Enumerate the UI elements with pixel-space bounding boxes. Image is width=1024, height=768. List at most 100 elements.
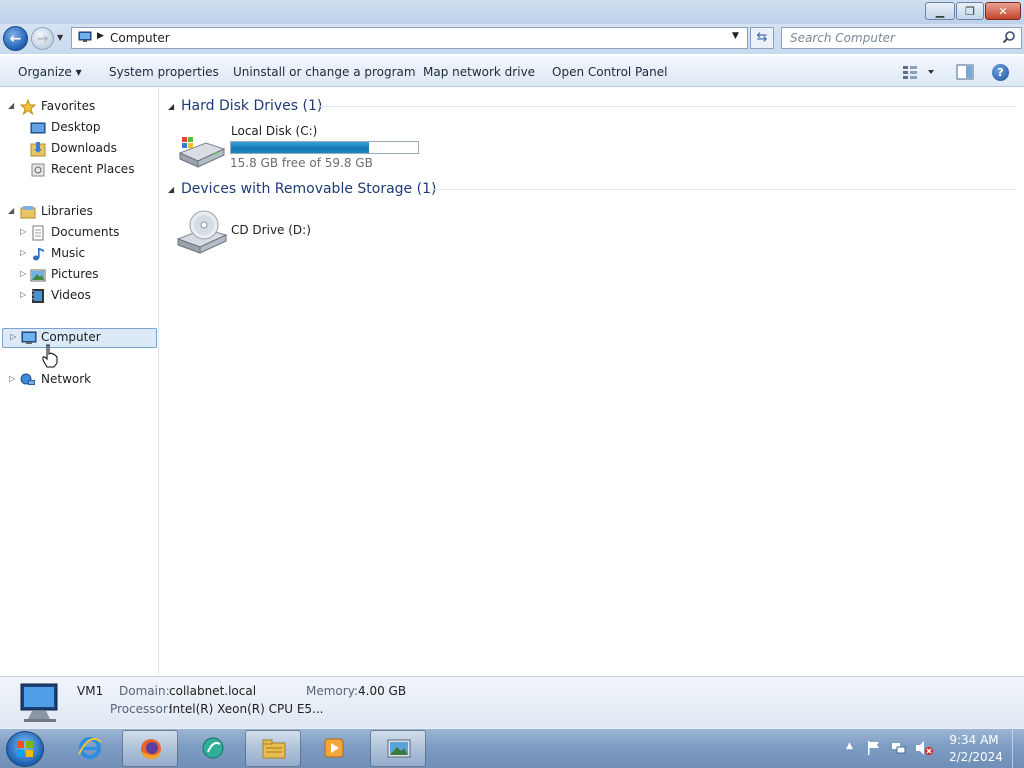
back-button[interactable]: ← [3, 26, 28, 51]
minimize-button[interactable]: ▁ [925, 2, 955, 20]
open-control-panel-button[interactable]: Open Control Panel [552, 65, 667, 79]
windows-logo-icon [17, 741, 33, 757]
search-icon[interactable] [1002, 30, 1016, 44]
taskbar-firefox[interactable] [122, 730, 178, 767]
file-list [159, 88, 1024, 675]
collapse-arrow-icon[interactable]: ◢ [8, 101, 14, 110]
nav-item-computer[interactable]: ▷ Computer [2, 328, 157, 348]
nav-item-music[interactable]: ▷ Music [0, 244, 156, 264]
expand-arrow-icon[interactable]: ▷ [20, 290, 26, 299]
help-icon[interactable]: ? [992, 64, 1009, 81]
recent-places-icon [31, 163, 45, 177]
nav-label: Videos [51, 288, 91, 302]
desktop-icon [30, 122, 46, 134]
expand-arrow-icon[interactable]: ▷ [20, 227, 26, 236]
back-arrow-icon: ← [9, 30, 22, 47]
refresh-icon: ⇆ [756, 30, 768, 45]
local-disk-drive-icon [178, 137, 226, 168]
expand-arrow-icon[interactable]: ▷ [20, 269, 26, 278]
drive-usage-fill [231, 142, 369, 153]
title-bar [0, 0, 1024, 24]
expand-arrow-icon[interactable]: ▷ [20, 248, 26, 257]
group-divider [320, 106, 1016, 107]
nav-label: Documents [51, 225, 120, 239]
map-network-drive-button[interactable]: Map network drive [423, 65, 535, 79]
start-button[interactable] [6, 731, 44, 767]
show-hidden-icons-icon[interactable]: ▲ [846, 741, 853, 751]
network-icon [20, 373, 35, 385]
restore-icon: ❐ [965, 4, 975, 18]
computer-name: VM1 [77, 684, 104, 698]
collapse-arrow-icon[interactable]: ◢ [8, 206, 14, 215]
show-desktop-button[interactable] [1012, 730, 1024, 768]
taskbar-windows-explorer[interactable] [245, 730, 301, 767]
group-collapse-icon[interactable]: ◢ [168, 185, 174, 194]
address-history-dropdown[interactable]: ▼ [732, 31, 739, 41]
media-player-icon [324, 738, 344, 758]
domain-value: collabnet.local [169, 684, 257, 698]
processor-label: Processor: [110, 702, 172, 716]
taskbar-app-3[interactable] [185, 730, 241, 767]
star-icon [20, 99, 36, 115]
clock-date[interactable]: 2/2/2024 [949, 750, 1003, 764]
domain-label: Domain: [119, 684, 170, 698]
search-placeholder: Search Computer [790, 31, 895, 45]
nav-item-documents[interactable]: ▷ Documents [0, 223, 156, 243]
memory-value: 4.00 GB [358, 684, 407, 698]
uninstall-program-button[interactable]: Uninstall or change a program [233, 65, 416, 79]
expand-arrow-icon[interactable]: ▷ [9, 374, 15, 383]
nav-item-libraries[interactable]: ◢ Libraries [0, 202, 156, 222]
hand-cursor-icon [42, 344, 58, 368]
downloads-folder-icon [30, 142, 46, 157]
restore-button[interactable]: ❐ [956, 2, 984, 20]
processor-value: Intel(R) Xeon(R) CPU E5... [169, 702, 324, 716]
group-header-hard-disk-drives[interactable]: Hard Disk Drives (1) [181, 98, 322, 114]
nav-label: Libraries [41, 204, 93, 218]
app-circle-icon [202, 737, 224, 759]
search-input[interactable]: Search Computer [781, 27, 1022, 49]
volume-muted-icon[interactable] [915, 740, 933, 756]
nav-item-videos[interactable]: ▷ Videos [0, 286, 156, 306]
documents-icon [32, 225, 44, 241]
nav-item-downloads[interactable]: Downloads [0, 139, 156, 159]
group-divider [430, 189, 1016, 190]
refresh-button[interactable]: ⇆ [750, 27, 774, 49]
action-center-flag-icon[interactable] [866, 740, 882, 756]
nav-item-pictures[interactable]: ▷ Pictures [0, 265, 156, 285]
clock-time[interactable]: 9:34 AM [949, 733, 999, 747]
drive-name: CD Drive (D:) [231, 223, 311, 237]
breadcrumb-computer[interactable]: Computer [110, 31, 170, 45]
preview-pane-icon[interactable] [956, 64, 974, 80]
expand-arrow-icon[interactable]: ▷ [10, 332, 16, 341]
recent-pages-dropdown[interactable]: ▼ [57, 33, 67, 43]
nav-label: Music [51, 246, 86, 260]
change-view-icon[interactable] [901, 64, 941, 80]
nav-label: Favorites [41, 99, 96, 113]
nav-item-desktop[interactable]: Desktop [0, 118, 156, 138]
close-button[interactable]: ✕ [985, 2, 1021, 20]
nav-item-recent-places[interactable]: Recent Places [0, 160, 156, 180]
nav-label: Pictures [51, 267, 99, 281]
nav-label: Recent Places [51, 162, 135, 176]
computer-icon [21, 331, 37, 344]
address-bar[interactable]: ▶ Computer ▼ [71, 27, 748, 49]
nav-label: Downloads [51, 141, 117, 155]
nav-item-network[interactable]: ▷ Network [0, 370, 156, 390]
close-icon: ✕ [998, 4, 1008, 18]
group-header-removable-storage[interactable]: Devices with Removable Storage (1) [181, 181, 436, 197]
taskbar-photo-viewer[interactable] [370, 730, 426, 767]
firefox-icon [141, 739, 161, 759]
organize-button[interactable]: Organize ▾ [18, 65, 82, 79]
taskbar-internet-explorer[interactable] [62, 730, 118, 767]
taskbar-media-player[interactable] [306, 730, 362, 767]
breadcrumb-separator-icon[interactable]: ▶ [97, 31, 104, 41]
forward-button[interactable]: → [31, 27, 54, 50]
computer-large-icon [20, 683, 58, 722]
drive-name: Local Disk (C:) [231, 124, 318, 138]
minimize-icon: ▁ [935, 4, 945, 18]
system-properties-button[interactable]: System properties [109, 65, 219, 79]
group-collapse-icon[interactable]: ◢ [168, 102, 174, 111]
pictures-icon [30, 269, 46, 282]
network-status-icon[interactable] [891, 740, 907, 756]
nav-item-favorites[interactable]: ◢ Favorites [0, 97, 156, 117]
